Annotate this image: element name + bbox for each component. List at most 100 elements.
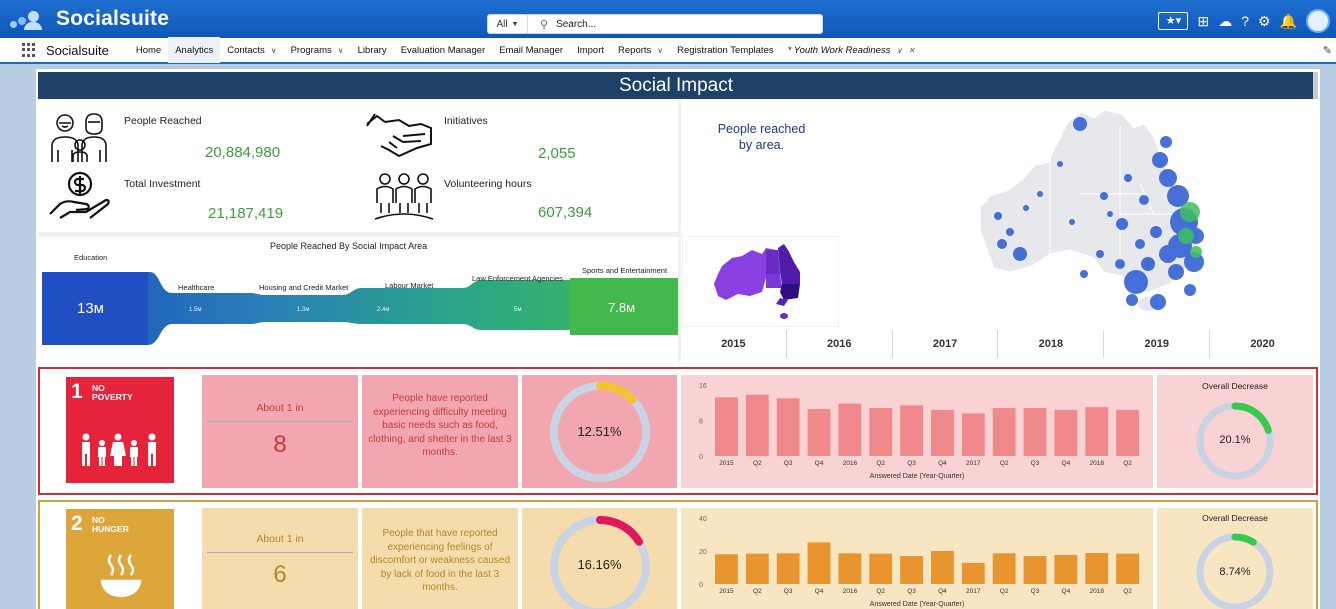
global-search: All ▼ ⚲ (487, 14, 823, 34)
help-icon[interactable]: ? (1241, 11, 1249, 31)
sdg-number: 1 (71, 380, 83, 403)
chevron-down-icon[interactable]: ∨ (338, 46, 344, 55)
overall-value: 20.1% (1219, 434, 1251, 446)
user-avatar[interactable] (1306, 9, 1330, 33)
bar (1085, 407, 1109, 456)
bar (838, 553, 862, 584)
australia-state-choropleth[interactable] (682, 236, 839, 327)
nav-item-reports[interactable]: Reports ∨ (611, 37, 670, 63)
family-icon (82, 433, 156, 466)
brand-logo[interactable]: Socialsuite (8, 7, 169, 31)
nav-item-evaluation-manager[interactable]: Evaluation Manager (394, 37, 493, 63)
flow-label-housing: Housing and Credit Market (259, 283, 349, 292)
nav-item-contacts[interactable]: Contacts ∨ (220, 37, 283, 63)
australia-bubble-map[interactable] (980, 104, 1230, 326)
nav-item-library[interactable]: Library (351, 37, 394, 63)
flow-value-education: 13м (77, 300, 104, 317)
nav-item-email-manager[interactable]: Email Manager (492, 37, 570, 63)
x-tick-label: Q3 (784, 588, 793, 595)
bowl-icon (100, 554, 142, 598)
trend-bar-chart: 40 20 0 2015 Q2 Q3 Q4 2016 Q2 Q3 Q4 2017 Q2 Q3 Q4 2018 Q… (699, 516, 1139, 595)
overall-card-no-hunger: Overall Decrease 8.74% (1157, 508, 1313, 609)
setup-gear-icon[interactable]: ⚙ (1258, 11, 1271, 31)
donut-value-arc (596, 516, 644, 546)
x-tick-label: 2018 (1089, 588, 1104, 595)
brand-name: Socialsuite (56, 7, 170, 30)
x-tick-label: 2018 (1089, 460, 1104, 467)
bar (1023, 555, 1047, 584)
year-filter-2015[interactable]: 2015 (681, 330, 786, 358)
bar (961, 413, 985, 456)
tab-label: * Youth Work Readiness (787, 44, 891, 56)
about-label: About 1 in (256, 402, 304, 414)
favorites-icon[interactable]: ★▾ (1158, 12, 1189, 30)
overall-label: Overall Decrease (1202, 381, 1268, 391)
volunteers-icon (374, 173, 434, 220)
caret-down-icon: ▼ (511, 20, 519, 28)
scrollbar[interactable] (1313, 72, 1318, 99)
nav-label: Evaluation Manager (400, 44, 486, 56)
bar (931, 409, 954, 456)
x-tick-label: Q3 (907, 460, 916, 467)
global-add-icon[interactable]: ⊞ (1197, 11, 1209, 31)
sdg-name: NO POVERTY (92, 384, 140, 402)
nav-item-import[interactable]: Import (570, 37, 611, 63)
sdg-tile-no-hunger[interactable]: 2 NO HUNGER (66, 509, 174, 609)
search-icon: ⚲ (540, 18, 549, 31)
edit-nav-pencil-icon[interactable]: ✎ (1323, 44, 1332, 57)
x-tick-label: 2016 (843, 460, 858, 467)
chevron-down-icon[interactable]: ∨ (271, 46, 277, 55)
sdg-name: NO HUNGER (92, 516, 140, 534)
sdg-name-line2: POVERTY (92, 392, 133, 402)
nav-item-analytics[interactable]: Analytics (168, 37, 221, 63)
nav-label: Home (135, 44, 162, 56)
app-launcher-icon[interactable] (22, 43, 36, 57)
flow-label-labour: Labour Market (385, 281, 434, 290)
year-filter-2019[interactable]: 2019 (1103, 330, 1209, 358)
bar (992, 553, 1016, 584)
bar (931, 551, 954, 584)
x-tick-label: Q2 (753, 460, 762, 467)
bar (869, 408, 893, 456)
x-tick-label: 2016 (843, 588, 858, 595)
year-filter-2018[interactable]: 2018 (997, 330, 1103, 358)
nav-label: Import (577, 44, 605, 56)
chevron-down-icon[interactable]: ∨ (657, 46, 663, 55)
flow-value-housing: 1.3м (297, 307, 310, 313)
trailhead-icon[interactable]: ☁ (1218, 11, 1232, 31)
map-title-line1: People reached (717, 122, 806, 136)
description-card-no-poverty: People have reported experiencing diffic… (362, 375, 518, 488)
trend-axis-title: Answered Date (Year-Quarter) (869, 473, 965, 480)
year-filter-2017[interactable]: 2017 (891, 330, 998, 358)
nav-item-registration-templates[interactable]: Registration Templates (670, 37, 780, 63)
nav-item-home[interactable]: Home (129, 37, 168, 63)
initiatives-value: 2,055 (538, 145, 576, 162)
search-input[interactable] (556, 18, 797, 30)
year-filter-row: 2015 2016 2017 2018 2019 2020 (681, 330, 1315, 358)
tab-youth-work-readiness[interactable]: * Youth Work Readiness ∨ ✕ (781, 37, 922, 63)
dashboard-title: Social Impact (38, 72, 1314, 99)
y-tick-label: 20 (699, 549, 707, 556)
people-icon (51, 113, 107, 162)
sdg-tile-no-poverty[interactable]: 1 NO POVERTY (66, 377, 174, 483)
overall-value: 8.74% (1219, 566, 1251, 578)
description-card-no-hunger: People that have reported experiencing f… (362, 508, 518, 609)
y-tick-label: 16 (699, 383, 707, 390)
overall-card-no-poverty: Overall Decrease 20.1% (1157, 375, 1313, 488)
year-filter-2016[interactable]: 2016 (785, 330, 892, 358)
trend-axis-title: Answered Date (Year-Quarter) (869, 601, 965, 608)
about-value: 8 (273, 431, 287, 458)
nav-item-programs[interactable]: Programs ∨ (284, 37, 351, 63)
trend-bar-chart: 16 8 0 2015 Q2 Q3 Q4 2016 Q2 Q3 Q4 2017 Q2 Q3 Q4 2018 Q2 (699, 383, 1139, 467)
close-icon[interactable]: ✕ (908, 46, 915, 55)
year-filter-2020[interactable]: 2020 (1209, 330, 1315, 358)
bar (1054, 409, 1078, 456)
notifications-bell-icon[interactable]: 🔔 (1280, 11, 1297, 31)
x-tick-label: Q4 (1062, 460, 1071, 467)
search-scope-select[interactable]: All ▼ (488, 15, 528, 33)
x-tick-label: Q3 (784, 460, 793, 467)
chevron-down-icon[interactable]: ∨ (896, 46, 902, 55)
people-reached-label: People Reached (124, 115, 202, 127)
overall-label: Overall Decrease (1202, 513, 1268, 523)
bar (807, 408, 831, 456)
